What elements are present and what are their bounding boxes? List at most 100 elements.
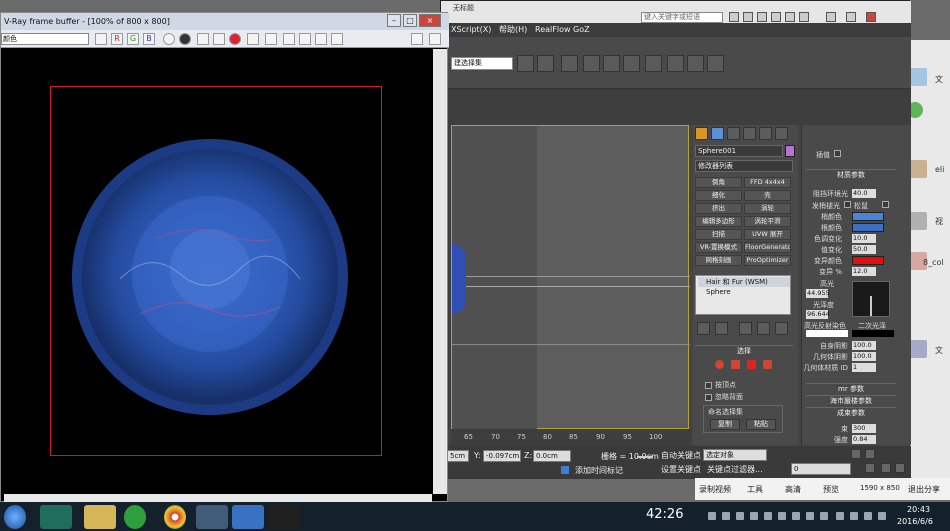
history-icon[interactable] <box>299 33 311 45</box>
monochrome-icon[interactable] <box>179 33 191 45</box>
guides-select-icon[interactable] <box>715 360 724 369</box>
tip-fade-checkbox[interactable] <box>844 201 851 208</box>
tray-app-icon[interactable] <box>820 512 828 520</box>
align-icon[interactable] <box>537 55 554 72</box>
zoom-icon[interactable] <box>851 449 861 459</box>
exit-share-button[interactable]: 退出分享 <box>908 484 940 495</box>
time-slider-trackbar[interactable]: 65 70 75 80 85 90 95 100 <box>451 429 691 446</box>
color-correction-icon[interactable] <box>331 33 343 45</box>
help-icon[interactable] <box>799 12 809 22</box>
paste-button[interactable]: 粘贴 <box>746 419 776 430</box>
utilities-tab-icon[interactable] <box>775 127 788 140</box>
tools-menu[interactable]: 工具 <box>747 484 763 495</box>
tray-app-icon[interactable] <box>736 512 744 520</box>
create-tab-icon[interactable] <box>695 127 708 140</box>
wrench-icon[interactable] <box>771 12 781 22</box>
region-render-icon[interactable] <box>283 33 295 45</box>
tone-variation-field[interactable]: 10.0 <box>852 234 876 243</box>
blue-channel-button[interactable]: B <box>143 33 155 45</box>
lens-effects-icon[interactable] <box>315 33 327 45</box>
glossiness-field[interactable]: 96.644 <box>806 310 830 319</box>
modifier-button[interactable]: UVW 展开 <box>744 229 791 240</box>
stack-item-sphere[interactable]: Sphere <box>698 287 790 297</box>
schematic-icon[interactable] <box>623 55 640 72</box>
x-coordinate-field[interactable]: 5cm <box>447 450 469 462</box>
self-shadow-field[interactable]: 100.0 <box>852 341 876 350</box>
green-channel-button[interactable]: G <box>127 33 139 45</box>
modifier-button[interactable]: VR-置换模式 <box>695 242 742 253</box>
modifier-button[interactable]: FFD 4x4x4 <box>744 177 791 188</box>
mr-params-header[interactable]: mr 参数 <box>806 383 896 394</box>
modifier-list-dropdown[interactable]: 修改器列表 <box>695 160 793 172</box>
pan-icon[interactable] <box>865 463 875 473</box>
vfb-vertical-scrollbar[interactable] <box>433 49 447 494</box>
rendered-frame-icon[interactable] <box>687 55 704 72</box>
y-coordinate-field[interactable]: -0.097cm <box>483 450 521 462</box>
material-editor-icon[interactable] <box>645 55 662 72</box>
close-icon[interactable] <box>866 12 876 22</box>
render-icon[interactable] <box>429 33 441 45</box>
mutant-color-swatch[interactable] <box>852 256 884 265</box>
render-setup-icon[interactable] <box>667 55 684 72</box>
configure-modifier-sets-icon[interactable] <box>775 322 788 335</box>
star-icon[interactable] <box>785 12 795 22</box>
time-tag-icon[interactable] <box>561 466 569 474</box>
strength-field[interactable]: 0.84 <box>852 435 876 444</box>
modifier-button[interactable]: 扫描 <box>695 229 742 240</box>
tray-arrow-icon[interactable] <box>708 512 716 520</box>
bundle-field[interactable]: 300 <box>852 424 876 433</box>
red-channel-button[interactable]: R <box>111 33 123 45</box>
maximize-icon[interactable] <box>846 12 856 22</box>
record-video-button[interactable]: 录制视频 <box>699 484 731 495</box>
modifier-button[interactable]: FloorGenerator <box>744 242 791 253</box>
occlusion-field[interactable]: 40.0 <box>852 189 876 198</box>
maximize-button[interactable]: □ <box>403 14 417 27</box>
minimize-button[interactable]: – <box>387 14 401 27</box>
keyboard-icon[interactable] <box>864 512 872 520</box>
vfb-horizontal-scrollbar[interactable] <box>4 494 432 502</box>
track-mouse-icon[interactable] <box>265 33 277 45</box>
selection-rollout-header[interactable]: 选择 <box>695 345 793 356</box>
specular-field[interactable]: 44.955 <box>806 289 830 298</box>
menu-help[interactable]: 帮助(H) <box>499 23 527 37</box>
modifier-button[interactable]: 壳 <box>744 190 791 201</box>
root-color-swatch[interactable] <box>852 223 884 232</box>
remove-modifier-icon[interactable] <box>757 322 770 335</box>
tray-app-icon[interactable] <box>778 512 786 520</box>
menu-realflow[interactable]: RealFlow <box>535 23 571 37</box>
render-channel-dropdown[interactable]: 颜色 <box>1 33 89 45</box>
set-key-button[interactable]: 设置关键点 <box>661 464 701 475</box>
interpolate-checkbox[interactable] <box>834 150 841 157</box>
modifier-button[interactable]: 网格刻画 <box>695 255 742 266</box>
max-app-icon[interactable] <box>40 505 72 529</box>
modify-tab-icon[interactable] <box>711 127 724 140</box>
modifier-button[interactable]: 涡轮 <box>744 203 791 214</box>
face-select-icon[interactable] <box>731 360 740 369</box>
ignore-backfacing-checkbox[interactable]: 忽略背面 <box>705 392 743 402</box>
stop-render-icon[interactable] <box>411 33 423 45</box>
object-color-swatch[interactable] <box>785 145 795 157</box>
make-unique-icon[interactable] <box>739 322 752 335</box>
value-variation-field[interactable]: 50.0 <box>852 245 876 254</box>
minimize-icon[interactable] <box>826 12 836 22</box>
stack-item-hair-fur[interactable]: Hair 和 Fur (WSM) <box>698 277 790 287</box>
viewport-perspective[interactable] <box>451 125 690 430</box>
tray-app-icon[interactable] <box>806 512 814 520</box>
search-icon[interactable] <box>729 12 739 22</box>
remote-desktop-icon[interactable] <box>196 505 228 529</box>
second-specular-swatch[interactable] <box>852 330 894 337</box>
clear-image-icon[interactable] <box>229 33 241 45</box>
tools-icon[interactable] <box>757 12 767 22</box>
add-time-tag-button[interactable]: 添加时间标记 <box>575 465 623 476</box>
help-search-input[interactable]: 键入关键字或短语 <box>641 12 723 23</box>
modifier-button[interactable]: 挤出 <box>695 203 742 214</box>
tip-color-swatch[interactable] <box>852 212 884 221</box>
preview-button[interactable]: 预览 <box>823 484 839 495</box>
frizz-params-header[interactable]: 成束参数 <box>806 407 896 418</box>
modifier-button[interactable]: 编辑多边形 <box>695 216 742 227</box>
current-frame-field[interactable]: 0 <box>791 463 851 475</box>
mutant-percent-field[interactable]: 12.0 <box>852 267 876 276</box>
display-tab-icon[interactable] <box>759 127 772 140</box>
named-selection-dropdown[interactable]: 建选择集 <box>451 57 513 70</box>
mirror-icon[interactable] <box>517 55 534 72</box>
